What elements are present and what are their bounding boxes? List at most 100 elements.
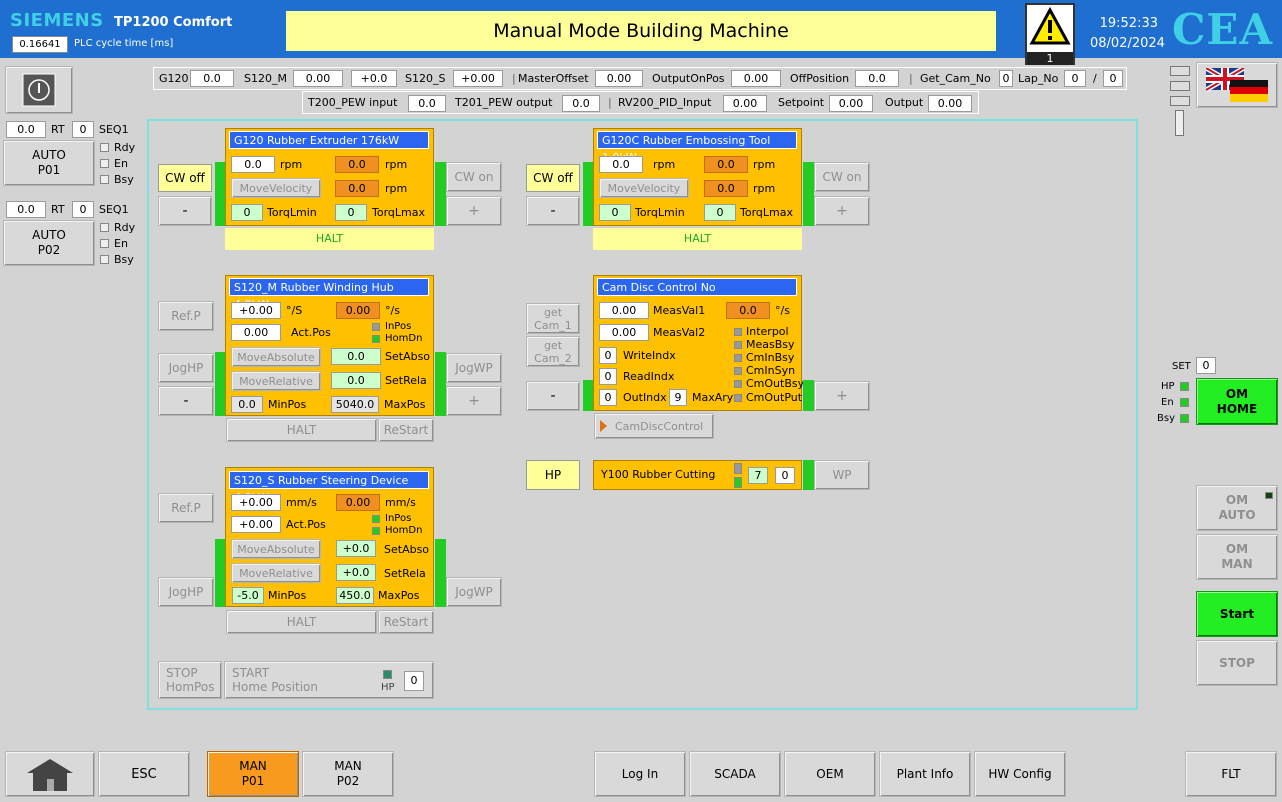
s120s-refp-button[interactable]: Ref.P bbox=[158, 493, 214, 523]
cam-plus-button[interactable]: + bbox=[814, 381, 870, 411]
g120-plus-button[interactable]: + bbox=[446, 196, 502, 226]
plant-info-button[interactable]: Plant Info bbox=[879, 751, 971, 797]
get-cam2-line2: Cam_2 bbox=[534, 351, 572, 365]
start-home-position-button[interactable]: START Home Position bbox=[224, 661, 434, 699]
cam-right-status bbox=[803, 380, 814, 411]
g120-torq-max[interactable]: 0 bbox=[335, 204, 367, 221]
g120c-plus-button[interactable]: + bbox=[814, 196, 870, 226]
g120c-move-velocity-button[interactable]: MoveVelocity bbox=[599, 178, 689, 198]
menu-bar-2[interactable] bbox=[1170, 81, 1190, 91]
om-man-button[interactable]: OM MAN bbox=[1196, 534, 1278, 580]
cut-hp-button[interactable]: HP bbox=[526, 460, 580, 490]
sep-3: | bbox=[608, 96, 612, 109]
output-label: Output bbox=[885, 96, 924, 109]
set-label: SET bbox=[1172, 361, 1191, 372]
s120m-joghp-button[interactable]: JogHP bbox=[158, 353, 214, 383]
g120-move-velocity-button[interactable]: MoveVelocity bbox=[231, 178, 321, 198]
p01-en-indicator bbox=[100, 159, 109, 168]
g120-cw-on-button[interactable]: CW on bbox=[446, 162, 502, 192]
g120c-actual-unit: rpm bbox=[753, 158, 776, 171]
auto-p01-button[interactable]: AUTO P01 bbox=[3, 140, 95, 186]
s120s-set-abs-label: SetAbso bbox=[384, 543, 430, 556]
g120-velocity-actual: 0.0 bbox=[335, 180, 379, 197]
stop-hompos-button[interactable]: STOP HomPos bbox=[158, 661, 222, 699]
s120m-refp-button[interactable]: Ref.P bbox=[158, 301, 214, 331]
scada-button[interactable]: SCADA bbox=[689, 751, 781, 797]
s120m-restart-button[interactable]: ReStart bbox=[378, 418, 434, 442]
s120m-offset[interactable]: +0.0 bbox=[351, 70, 397, 87]
output-on-pos-value[interactable]: 0.00 bbox=[731, 70, 781, 87]
language-switch-button[interactable] bbox=[1196, 62, 1278, 108]
home-button[interactable] bbox=[5, 751, 95, 797]
cut-wp-button[interactable]: WP bbox=[814, 460, 870, 490]
s120m-plus-button[interactable]: + bbox=[446, 386, 502, 416]
s120m-minus-button[interactable]: - bbox=[158, 386, 214, 416]
hw-config-button[interactable]: HW Config bbox=[974, 751, 1066, 797]
g120-speed-input[interactable]: 0.0 bbox=[231, 156, 275, 173]
get-cam2-button[interactable]: get Cam_2 bbox=[526, 336, 580, 367]
clock: 19:52:33 08/02/2024 bbox=[1090, 14, 1165, 54]
g120c-torq-min[interactable]: 0 bbox=[599, 204, 631, 221]
s120s-speed-input[interactable]: +0.00 bbox=[231, 494, 281, 511]
stop-hompos-line2: HomPos bbox=[166, 680, 215, 694]
om-home-button[interactable]: OM HOME bbox=[1196, 378, 1278, 425]
g120-actual-unit: rpm bbox=[385, 158, 408, 171]
off-position-label: OffPosition bbox=[790, 72, 850, 85]
s120s-jogwp-button[interactable]: JogWP bbox=[446, 577, 502, 607]
scroll-indicator[interactable] bbox=[1175, 110, 1184, 136]
power-icon bbox=[22, 73, 56, 107]
g120-torq-min[interactable]: 0 bbox=[231, 204, 263, 221]
cam-write-idx[interactable]: 0 bbox=[599, 347, 617, 364]
p02-rt-label: RT bbox=[51, 203, 65, 216]
p02-en-indicator bbox=[100, 239, 109, 248]
get-cam1-button[interactable]: get Cam_1 bbox=[526, 303, 580, 334]
s120s-halt-button[interactable]: HALT bbox=[226, 610, 377, 634]
s120s-move-absolute-button[interactable]: MoveAbsolute bbox=[231, 539, 321, 559]
cam-disc-control-label: CamDiscControl bbox=[615, 419, 704, 433]
menu-bar-3[interactable] bbox=[1170, 96, 1190, 106]
auto-p02-button[interactable]: AUTO P02 bbox=[3, 220, 95, 266]
g120c-minus-button[interactable]: - bbox=[526, 196, 580, 226]
s120s-restart-button[interactable]: ReStart bbox=[378, 610, 434, 634]
cam-disc-control-button[interactable]: CamDiscControl bbox=[594, 413, 714, 439]
esc-button[interactable]: ESC bbox=[98, 751, 190, 797]
s120s-actual-unit: mm/s bbox=[385, 496, 416, 509]
g120c-torq-max[interactable]: 0 bbox=[704, 204, 736, 221]
s120s-homdn-indicator bbox=[372, 527, 380, 535]
s120s-move-relative-button[interactable]: MoveRelative bbox=[231, 563, 321, 583]
s120s-min-pos-label: MinPos bbox=[268, 589, 307, 602]
setpoint-value[interactable]: 0.00 bbox=[829, 95, 873, 112]
s120m-move-relative-button[interactable]: MoveRelative bbox=[231, 371, 321, 391]
s120m-speed-input[interactable]: +0.00 bbox=[231, 302, 281, 319]
master-offset-value[interactable]: 0.00 bbox=[595, 70, 643, 87]
s120s-set-rel[interactable]: +0.0 bbox=[336, 564, 376, 581]
s120s-joghp-button[interactable]: JogHP bbox=[158, 577, 214, 607]
man-p01-button[interactable]: MAN P01 bbox=[207, 751, 299, 797]
p01-value: 0.0 bbox=[6, 121, 46, 138]
s120m-jogwp-button[interactable]: JogWP bbox=[446, 353, 502, 383]
s120s-set-abs[interactable]: +0.0 bbox=[336, 540, 376, 557]
login-button[interactable]: Log In bbox=[594, 751, 686, 797]
s120m-set-rel[interactable]: 0.0 bbox=[331, 372, 381, 389]
start-button[interactable]: Start bbox=[1196, 591, 1278, 637]
g120-cw-off-button[interactable]: CW off bbox=[158, 164, 212, 192]
off-position-value[interactable]: 0.0 bbox=[855, 70, 899, 87]
stop-button[interactable]: STOP bbox=[1196, 640, 1278, 686]
s120m-move-absolute-button[interactable]: MoveAbsolute bbox=[231, 347, 321, 367]
get-cam-no-value: 0 bbox=[999, 70, 1013, 87]
g120-minus-button[interactable]: - bbox=[158, 196, 212, 226]
g120c-velocity-actual: 0.0 bbox=[704, 180, 748, 197]
cam-minus-button[interactable]: - bbox=[526, 381, 580, 411]
s120m-halt-button[interactable]: HALT bbox=[226, 418, 377, 442]
g120c-cw-on-button[interactable]: CW on bbox=[814, 162, 870, 192]
lap-no-value: 0 bbox=[1064, 70, 1086, 87]
flt-button[interactable]: FLT bbox=[1185, 751, 1277, 797]
power-button[interactable] bbox=[5, 66, 73, 114]
man-p02-button[interactable]: MAN P02 bbox=[302, 751, 394, 797]
oem-button[interactable]: OEM bbox=[784, 751, 876, 797]
g120c-speed-input[interactable]: 0.0 bbox=[599, 156, 643, 173]
g120c-cw-off-button[interactable]: CW off bbox=[526, 164, 580, 192]
menu-bar-1[interactable] bbox=[1170, 66, 1190, 76]
cam-read-idx[interactable]: 0 bbox=[599, 368, 617, 385]
s120m-set-abs[interactable]: 0.0 bbox=[331, 348, 381, 365]
